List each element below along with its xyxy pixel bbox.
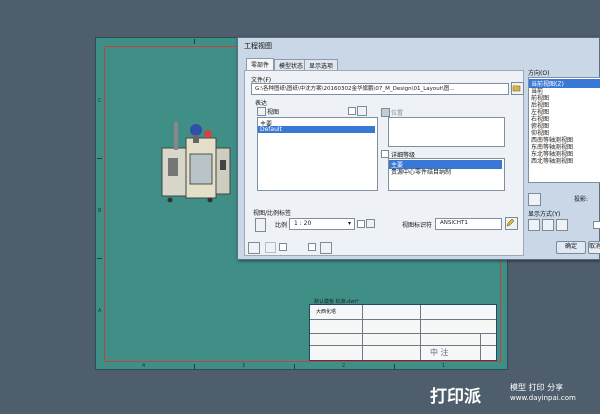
view-list[interactable]: 主要 Default xyxy=(257,117,378,191)
chevron-down-icon[interactable]: ▾ xyxy=(346,220,351,227)
style-option-checkbox[interactable] xyxy=(593,221,600,229)
detail-level-checkbox[interactable] xyxy=(381,150,389,158)
preview-checkbox[interactable] xyxy=(308,243,316,251)
position-icon xyxy=(381,108,390,117)
view-id-value: ANSICHT1 xyxy=(440,220,468,226)
scale-combo[interactable]: 1 : 20 ▾ xyxy=(289,218,355,230)
view-lock-checkbox[interactable] xyxy=(348,107,356,115)
view-list-item-selected[interactable]: Default xyxy=(258,126,375,133)
custom-view-icon[interactable] xyxy=(528,193,541,206)
style-hidden-line-icon[interactable] xyxy=(528,219,540,231)
file-path-value: G:\各种图纸\图纸\中沈方案\20160302金华旗鹏\07_M_Design… xyxy=(255,86,455,92)
scale-value: 1 : 20 xyxy=(294,220,312,227)
display-toggle-checkbox[interactable] xyxy=(279,243,287,251)
table-icon[interactable] xyxy=(320,242,332,254)
scale-group-label: 视图/比例标签 xyxy=(253,210,292,217)
position-list[interactable] xyxy=(388,117,505,147)
display-style-label: 显示方式(Y) xyxy=(528,211,561,218)
watermark-url: www.dayinpai.com xyxy=(510,394,576,402)
file-path-combo[interactable]: G:\各种图纸\图纸\中沈方案\20160302金华旗鹏\07_M_Design… xyxy=(251,83,509,95)
title-block-text: 中 注 xyxy=(430,348,449,357)
direction-list[interactable]: 当前视图(Z) 当前 前视图 后视图 左视图 右视图 俯视图 仰视图 西南等轴测… xyxy=(528,77,600,183)
scale-icon xyxy=(255,218,266,232)
zone-letter: B xyxy=(98,208,102,214)
position-label: 位置 xyxy=(391,110,404,117)
component-panel: 文件(F) G:\各种图纸\图纸\中沈方案\20160302金华旗鹏\07_M_… xyxy=(244,70,524,256)
view-representation-icon xyxy=(257,107,266,116)
style-shaded-icon[interactable] xyxy=(556,219,568,231)
zone-number: 3 xyxy=(242,363,246,369)
zone-number: 1 xyxy=(442,363,446,369)
watermark-logo: 打印派 xyxy=(430,387,481,407)
machine-view-drawing[interactable] xyxy=(160,118,238,204)
zone-number: 2 xyxy=(342,363,346,369)
view-label: 视图 xyxy=(267,109,280,116)
represent-label: 表达 xyxy=(255,100,268,107)
scale-label: 比例 xyxy=(275,222,288,229)
detail-list-item[interactable]: 贵源中心零件结目纳制 xyxy=(389,167,502,176)
zone-letter: C xyxy=(98,98,102,104)
view-id-label: 视图标识符 xyxy=(402,222,433,229)
browse-folder-icon[interactable] xyxy=(511,82,524,95)
zone-letter: A xyxy=(98,308,102,314)
title-block-company: 大西化塔 xyxy=(316,309,337,315)
ok-button[interactable]: 确定 xyxy=(556,241,586,254)
cancel-button[interactable]: 取消 xyxy=(588,241,600,254)
projection-label: 投影: xyxy=(574,196,589,203)
style-hidden-line-removed-icon[interactable] xyxy=(542,219,554,231)
edit-view-label-icon[interactable] xyxy=(505,217,518,230)
pointer-icon[interactable] xyxy=(265,242,276,253)
watermark-subtitle: 模型 打印 分享 xyxy=(510,383,564,392)
scale-label-visibility-checkbox[interactable] xyxy=(357,220,365,228)
scale-edit-icon[interactable] xyxy=(366,219,375,228)
edit-pencil-icon[interactable] xyxy=(357,106,367,116)
dialog-title: 工程视图 xyxy=(244,42,272,50)
view-id-input[interactable]: ANSICHT1 xyxy=(435,218,502,230)
title-block[interactable]: 大西化塔 中 注 xyxy=(309,304,497,361)
zone-number: 4 xyxy=(142,363,146,369)
direction-item[interactable]: 西北等轴测视图 xyxy=(529,156,573,165)
drawing-view-dialog[interactable]: 工程视图 零部件 模型状态 显示选项 文件(F) G:\各种图纸\图纸\中沈方案… xyxy=(237,37,600,260)
help-icon[interactable] xyxy=(248,242,260,254)
detail-level-list[interactable]: 主要 贵源中心零件结目纳制 xyxy=(388,158,505,191)
direction-label: 方向(O) xyxy=(528,70,550,77)
